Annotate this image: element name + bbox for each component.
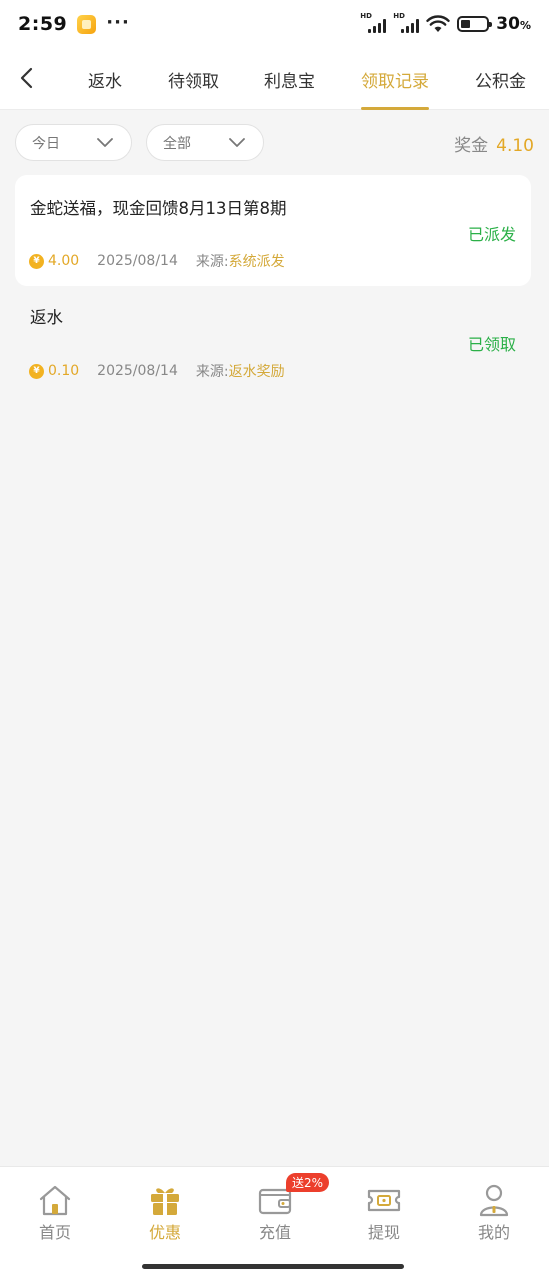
record-source: 返水奖励 — [228, 364, 285, 380]
type-filter-label: 全部 — [163, 135, 191, 152]
record-amount: 0.10 — [48, 363, 80, 379]
recharge-promo-badge: 送2% — [286, 1173, 330, 1192]
bottom-nav-label: 首页 — [38, 1223, 71, 1242]
status-left: 2:59 ··· — [18, 11, 130, 36]
status-bar: 2:59 ··· HD HD 30% — [0, 0, 549, 48]
gift-icon — [151, 1188, 179, 1215]
record-status: 已派发 — [467, 225, 516, 244]
record-title: 返水 — [30, 308, 63, 327]
bottom-nav-profile[interactable]: 我的 — [444, 1183, 544, 1243]
record-date: 2025/08/14 — [97, 253, 178, 269]
record-meta: ¥ 0.10 2025/08/14 来源: 返水奖励 — [29, 361, 285, 381]
status-right: HD HD 30% — [360, 12, 531, 34]
chevron-down-icon — [97, 137, 113, 147]
user-icon — [479, 1184, 509, 1217]
home-indicator[interactable] — [142, 1264, 404, 1269]
record-meta: ¥ 4.00 2025/08/14 来源: 系统派发 — [29, 251, 285, 271]
record-source: 系统派发 — [228, 254, 285, 270]
top-nav: 返水 待领取 利息宝 领取记录 公积金 — [0, 48, 549, 110]
record-card[interactable]: 金蛇送福，现金回馈8月13日第8期 已派发 ¥ 4.00 2025/08/14 … — [15, 175, 531, 286]
bottom-nav-home[interactable]: 首页 — [5, 1183, 105, 1243]
status-time: 2:59 — [18, 13, 68, 35]
bottom-nav-label: 提现 — [367, 1223, 400, 1242]
record-status: 已领取 — [467, 335, 516, 354]
notification-app-icon — [77, 14, 97, 34]
record-source-label: 来源: — [195, 364, 229, 380]
bottom-nav-label: 充值 — [258, 1223, 291, 1242]
record-source-label: 来源: — [195, 254, 229, 270]
record-amount: 4.00 — [48, 253, 80, 269]
tab-rebate[interactable]: 返水 — [88, 48, 122, 110]
chevron-down-icon — [229, 137, 245, 147]
date-filter-label: 今日 — [32, 135, 60, 152]
signal-icon-1: HD — [360, 12, 387, 33]
back-button[interactable] — [12, 64, 40, 92]
battery-icon — [457, 16, 493, 32]
bottom-nav-label: 我的 — [477, 1223, 510, 1242]
tab-fund[interactable]: 公积金 — [475, 48, 526, 110]
date-filter-dropdown[interactable]: 今日 — [15, 124, 132, 161]
tab-pending[interactable]: 待领取 — [168, 48, 219, 110]
signal-icon-2: HD — [393, 12, 420, 33]
tab-claim-records[interactable]: 领取记录 — [361, 48, 429, 110]
withdraw-ticket-icon — [367, 1189, 401, 1212]
bottom-nav: 首页 优惠 充值 送2% 提现 我的 — [0, 1166, 549, 1280]
record-date: 2025/08/14 — [97, 363, 178, 379]
bottom-nav-promotions[interactable]: 优惠 — [115, 1183, 215, 1243]
bottom-nav-recharge[interactable]: 充值 — [225, 1183, 325, 1243]
bonus-label: 奖金 — [454, 136, 489, 156]
wifi-icon — [426, 15, 450, 32]
record-title: 金蛇送福，现金回馈8月13日第8期 — [30, 199, 287, 218]
coin-icon: ¥ — [29, 253, 44, 269]
type-filter-dropdown[interactable]: 全部 — [146, 124, 264, 161]
chevron-left-icon — [20, 67, 33, 89]
tab-interest[interactable]: 利息宝 — [264, 48, 315, 110]
bottom-nav-withdraw[interactable]: 提现 — [334, 1183, 434, 1243]
home-icon — [39, 1185, 71, 1216]
more-notifications-icon: ··· — [106, 11, 130, 33]
battery-percent: 30% — [496, 14, 531, 34]
bonus-value: 4.10 — [496, 136, 534, 156]
coin-icon: ¥ — [29, 363, 44, 379]
bottom-nav-label: 优惠 — [148, 1223, 181, 1242]
record-card[interactable]: 返水 已领取 ¥ 0.10 2025/08/14 来源: 返水奖励 — [15, 286, 531, 396]
bonus-total: 奖金 4.10 — [454, 131, 534, 156]
